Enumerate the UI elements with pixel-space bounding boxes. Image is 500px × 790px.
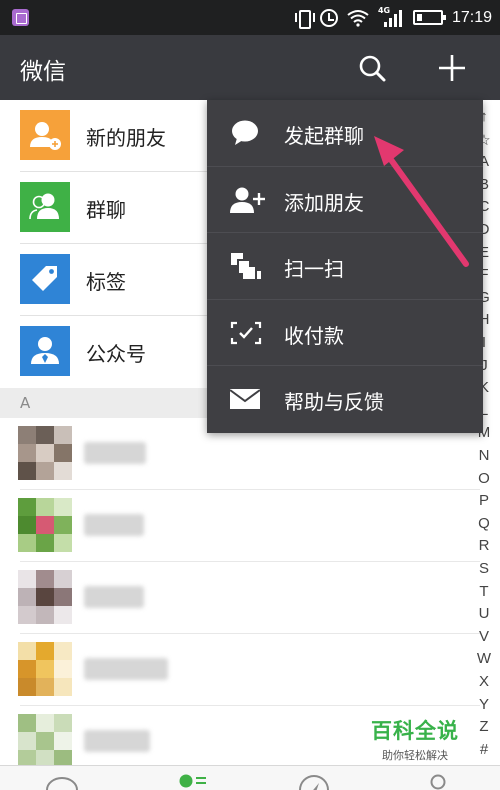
payment-icon xyxy=(229,318,262,348)
index-letter[interactable]: X xyxy=(472,673,496,690)
status-bar: 4G 17:19 xyxy=(0,0,500,35)
gallery-notification-icon xyxy=(12,9,29,26)
contacts-tab-icon xyxy=(179,774,206,788)
menu-item-scan[interactable]: 扫一扫 xyxy=(207,233,483,300)
contact-name-blurred xyxy=(84,514,144,536)
index-letter[interactable]: S xyxy=(472,560,496,577)
status-time: 17:19 xyxy=(451,8,492,26)
profile-tab-icon xyxy=(430,774,446,790)
add-friend-icon xyxy=(20,110,70,160)
contact-name-blurred xyxy=(84,586,144,608)
signal-icon: 4G xyxy=(378,6,404,28)
tab-contacts[interactable] xyxy=(176,772,212,790)
mail-icon xyxy=(229,384,261,414)
add-button[interactable] xyxy=(434,50,470,86)
contact-name-blurred xyxy=(84,730,150,752)
alarm-icon xyxy=(319,8,338,27)
menu-item-label: 收付款 xyxy=(284,323,344,348)
index-letter[interactable]: V xyxy=(472,628,496,645)
menu-item-label: 发起群聊 xyxy=(284,124,364,148)
tab-discover[interactable] xyxy=(296,772,332,790)
watermark-title: 百科全说 xyxy=(371,719,459,743)
compass-tab-icon xyxy=(299,775,329,790)
status-icons: 4G 17:19 xyxy=(294,0,492,35)
tag-icon xyxy=(20,254,70,304)
index-letter[interactable]: Y xyxy=(472,696,496,713)
add-dropdown-menu: 发起群聊 添加朋友 扫一扫 收付款 帮助与反馈 xyxy=(207,100,483,433)
index-letter[interactable]: R xyxy=(472,537,496,554)
contact-avatar xyxy=(18,570,72,624)
tab-chats[interactable] xyxy=(44,772,80,790)
plus-icon xyxy=(439,55,465,81)
list-item-label: 新的朋友 xyxy=(86,126,166,150)
search-button[interactable] xyxy=(354,50,390,86)
contact-avatar xyxy=(18,642,72,696)
contact-row[interactable] xyxy=(0,490,480,562)
menu-item-label: 添加朋友 xyxy=(284,190,364,215)
app-header: 微信 xyxy=(0,35,500,100)
contact-avatar xyxy=(18,426,72,480)
menu-item-start-group-chat[interactable]: 发起群聊 xyxy=(207,100,483,167)
index-letter[interactable]: N xyxy=(472,447,496,464)
menu-item-add-friends[interactable]: 添加朋友 xyxy=(207,167,483,234)
contact-avatar xyxy=(18,714,72,768)
bottom-tab-bar xyxy=(0,765,500,790)
battery-icon xyxy=(412,10,446,25)
contact-avatar xyxy=(18,498,72,552)
menu-item-money[interactable]: 收付款 xyxy=(207,300,483,367)
index-letter[interactable]: O xyxy=(472,470,496,487)
search-icon xyxy=(359,55,386,82)
chat-bubble-icon xyxy=(229,118,261,148)
page-title: 微信 xyxy=(20,59,66,85)
contact-name-blurred xyxy=(84,442,146,464)
contact-row[interactable] xyxy=(0,634,480,706)
list-item-label: 群聊 xyxy=(86,198,126,222)
contact-name-blurred xyxy=(84,658,168,680)
official-account-icon xyxy=(20,326,70,376)
index-letter[interactable]: U xyxy=(472,605,496,622)
watermark-logo: 百科全说 助你轻松解决 xyxy=(360,715,470,763)
list-item-label: 公众号 xyxy=(86,342,146,366)
contact-row[interactable] xyxy=(0,562,480,634)
index-letter[interactable]: T xyxy=(472,583,496,600)
menu-item-help-feedback[interactable]: 帮助与反馈 xyxy=(207,366,483,433)
watermark-subtitle: 助你轻松解决 xyxy=(382,749,448,762)
index-letter[interactable]: Z xyxy=(472,718,496,735)
index-letter[interactable]: Q xyxy=(472,515,496,532)
index-letter[interactable]: # xyxy=(472,741,496,758)
menu-item-label: 帮助与反馈 xyxy=(284,390,384,415)
group-icon xyxy=(20,182,70,232)
index-letter[interactable]: P xyxy=(472,492,496,509)
chat-tab-icon xyxy=(46,777,78,790)
vibrate-icon xyxy=(294,9,315,29)
menu-item-label: 扫一扫 xyxy=(284,257,344,282)
wifi-icon xyxy=(347,9,369,27)
scan-icon xyxy=(229,251,261,281)
list-item-label: 标签 xyxy=(86,270,126,294)
tab-me[interactable] xyxy=(420,772,456,790)
add-person-icon xyxy=(229,185,265,215)
index-letter[interactable]: W xyxy=(472,650,496,667)
